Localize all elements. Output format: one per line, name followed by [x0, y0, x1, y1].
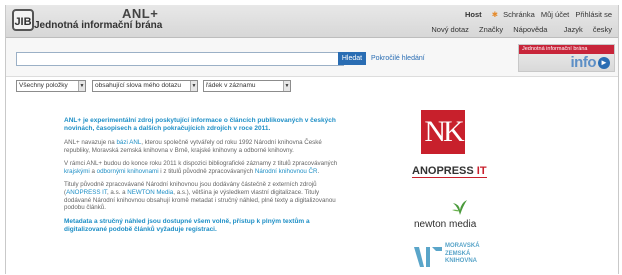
header-bar: JIB ANL+ Jednotná informační brána Host …: [6, 5, 618, 38]
newton-leaf-icon: [452, 200, 467, 215]
intro-paragraph-2: V rámci ANL+ budou do konce roku 2011 k …: [64, 160, 342, 175]
nav-links: Nový dotaz Značky Nápověda Jazyk česky: [423, 25, 612, 34]
special-libraries-link[interactable]: odbornými knihovnami: [97, 168, 159, 175]
anopress-logo[interactable]: ANOPRESS IT: [412, 165, 487, 178]
page-frame: JIB ANL+ Jednotná informační brána Host …: [5, 5, 619, 274]
anopress-logo-text: ANOPRESS: [412, 165, 474, 177]
mzk-logo[interactable]: MORAVSKÁ ZEMSKÁ KNIHOVNA: [414, 243, 504, 271]
newton-media-link[interactable]: NEWTON Media: [127, 189, 173, 196]
cart-link-label: Schránka: [503, 10, 535, 19]
text-run: i z titulů původně zpracovávaných: [158, 167, 255, 175]
new-query-link[interactable]: Nový dotaz: [431, 25, 469, 34]
anl-base-link[interactable]: bázi ANL: [116, 139, 141, 146]
anopress-logo-suffix: IT: [473, 165, 487, 177]
tags-link[interactable]: Značky: [479, 25, 503, 34]
filter-bar: Všechny položky ▼ obsahující slova mého …: [6, 77, 618, 94]
search-button[interactable]: Hledat: [338, 52, 366, 65]
mzk-line: ZEMSKÁ: [445, 250, 471, 257]
mzk-logo-text: MORAVSKÁ ZEMSKÁ KNIHOVNA: [445, 243, 480, 266]
text-run: ANL+ navazuje na: [64, 139, 117, 146]
advanced-search-link[interactable]: Pokročilé hledání: [371, 55, 425, 62]
promo-big-text: info: [570, 54, 597, 71]
chevron-down-icon: ▼: [283, 81, 290, 91]
info-promo-banner[interactable]: Jednotná informační brána info ►: [518, 44, 615, 72]
intro-text: ANL+ je experimentální zdroj poskytující…: [64, 117, 342, 240]
jib-logo-icon: JIB: [12, 9, 34, 31]
promo-top-text: Jednotná informační brána: [519, 45, 614, 54]
mzk-line: MORAVSKÁ: [445, 243, 480, 249]
language-label: Jazyk: [563, 25, 583, 34]
regional-libraries-link[interactable]: krajskými: [64, 168, 90, 175]
scope-select-value: řádek v záznamu: [206, 82, 256, 89]
my-account-link[interactable]: Můj účet: [541, 10, 569, 19]
anopress-link[interactable]: ANOPRESS IT: [66, 189, 107, 196]
newton-media-logo[interactable]: newton media: [414, 219, 476, 230]
field-select-value: Všechny položky: [19, 82, 68, 89]
partner-logos: NK ANOPRESS IT newton media MORAVSKÁ ZEM…: [406, 105, 506, 275]
app-title: ANL+: [122, 6, 159, 21]
field-select[interactable]: Všechny položky ▼: [16, 80, 86, 92]
intro-paragraph-3: Tituly původně zpracovávané Národní knih…: [64, 181, 342, 211]
national-library-link[interactable]: Národní knihovnou ČR: [255, 168, 318, 175]
cart-link[interactable]: ✱ Schránka: [488, 10, 535, 19]
nk-logo[interactable]: NK: [421, 110, 465, 154]
chevron-down-icon: ▼: [78, 81, 85, 91]
intro-lead: ANL+ je experimentální zdroj poskytující…: [64, 117, 336, 132]
help-link[interactable]: Nápověda: [513, 25, 547, 34]
intro-outro: Metadata a stručný náhled jsou dostupné …: [64, 217, 310, 233]
cart-icon: ✱: [491, 10, 499, 19]
site-logo[interactable]: JIB ANL+ Jednotná informační brána: [12, 6, 212, 34]
match-select-value: obsahující slova mého dotazu: [95, 82, 181, 89]
chevron-down-icon: ▼: [190, 81, 197, 91]
app-subtitle: Jednotná informační brána: [34, 20, 163, 31]
mzk-mark-icon: [414, 247, 442, 267]
login-link[interactable]: Přihlásit se: [575, 10, 612, 19]
text-run: V rámci ANL+ budou do konce roku 2011 k …: [64, 160, 338, 168]
host-label: Host: [465, 10, 482, 19]
arrow-right-icon: ►: [598, 57, 610, 69]
scope-select[interactable]: řádek v záznamu ▼: [203, 80, 291, 92]
text-run: , a.s. a: [106, 188, 128, 196]
search-bar: Hledat Pokročilé hledání Jednotná inform…: [6, 38, 618, 77]
intro-paragraph-1: ANL+ navazuje na bázi ANL, kterou společ…: [64, 139, 342, 154]
text-run: a: [89, 167, 97, 175]
top-links: Host ✱ Schránka Můj účet Přihlásit se: [461, 10, 612, 19]
mzk-line: KNIHOVNA: [445, 258, 478, 264]
language-link[interactable]: česky: [593, 25, 612, 34]
text-run: .: [317, 167, 320, 175]
search-input[interactable]: [16, 52, 344, 66]
match-select[interactable]: obsahující slova mého dotazu ▼: [92, 80, 198, 92]
